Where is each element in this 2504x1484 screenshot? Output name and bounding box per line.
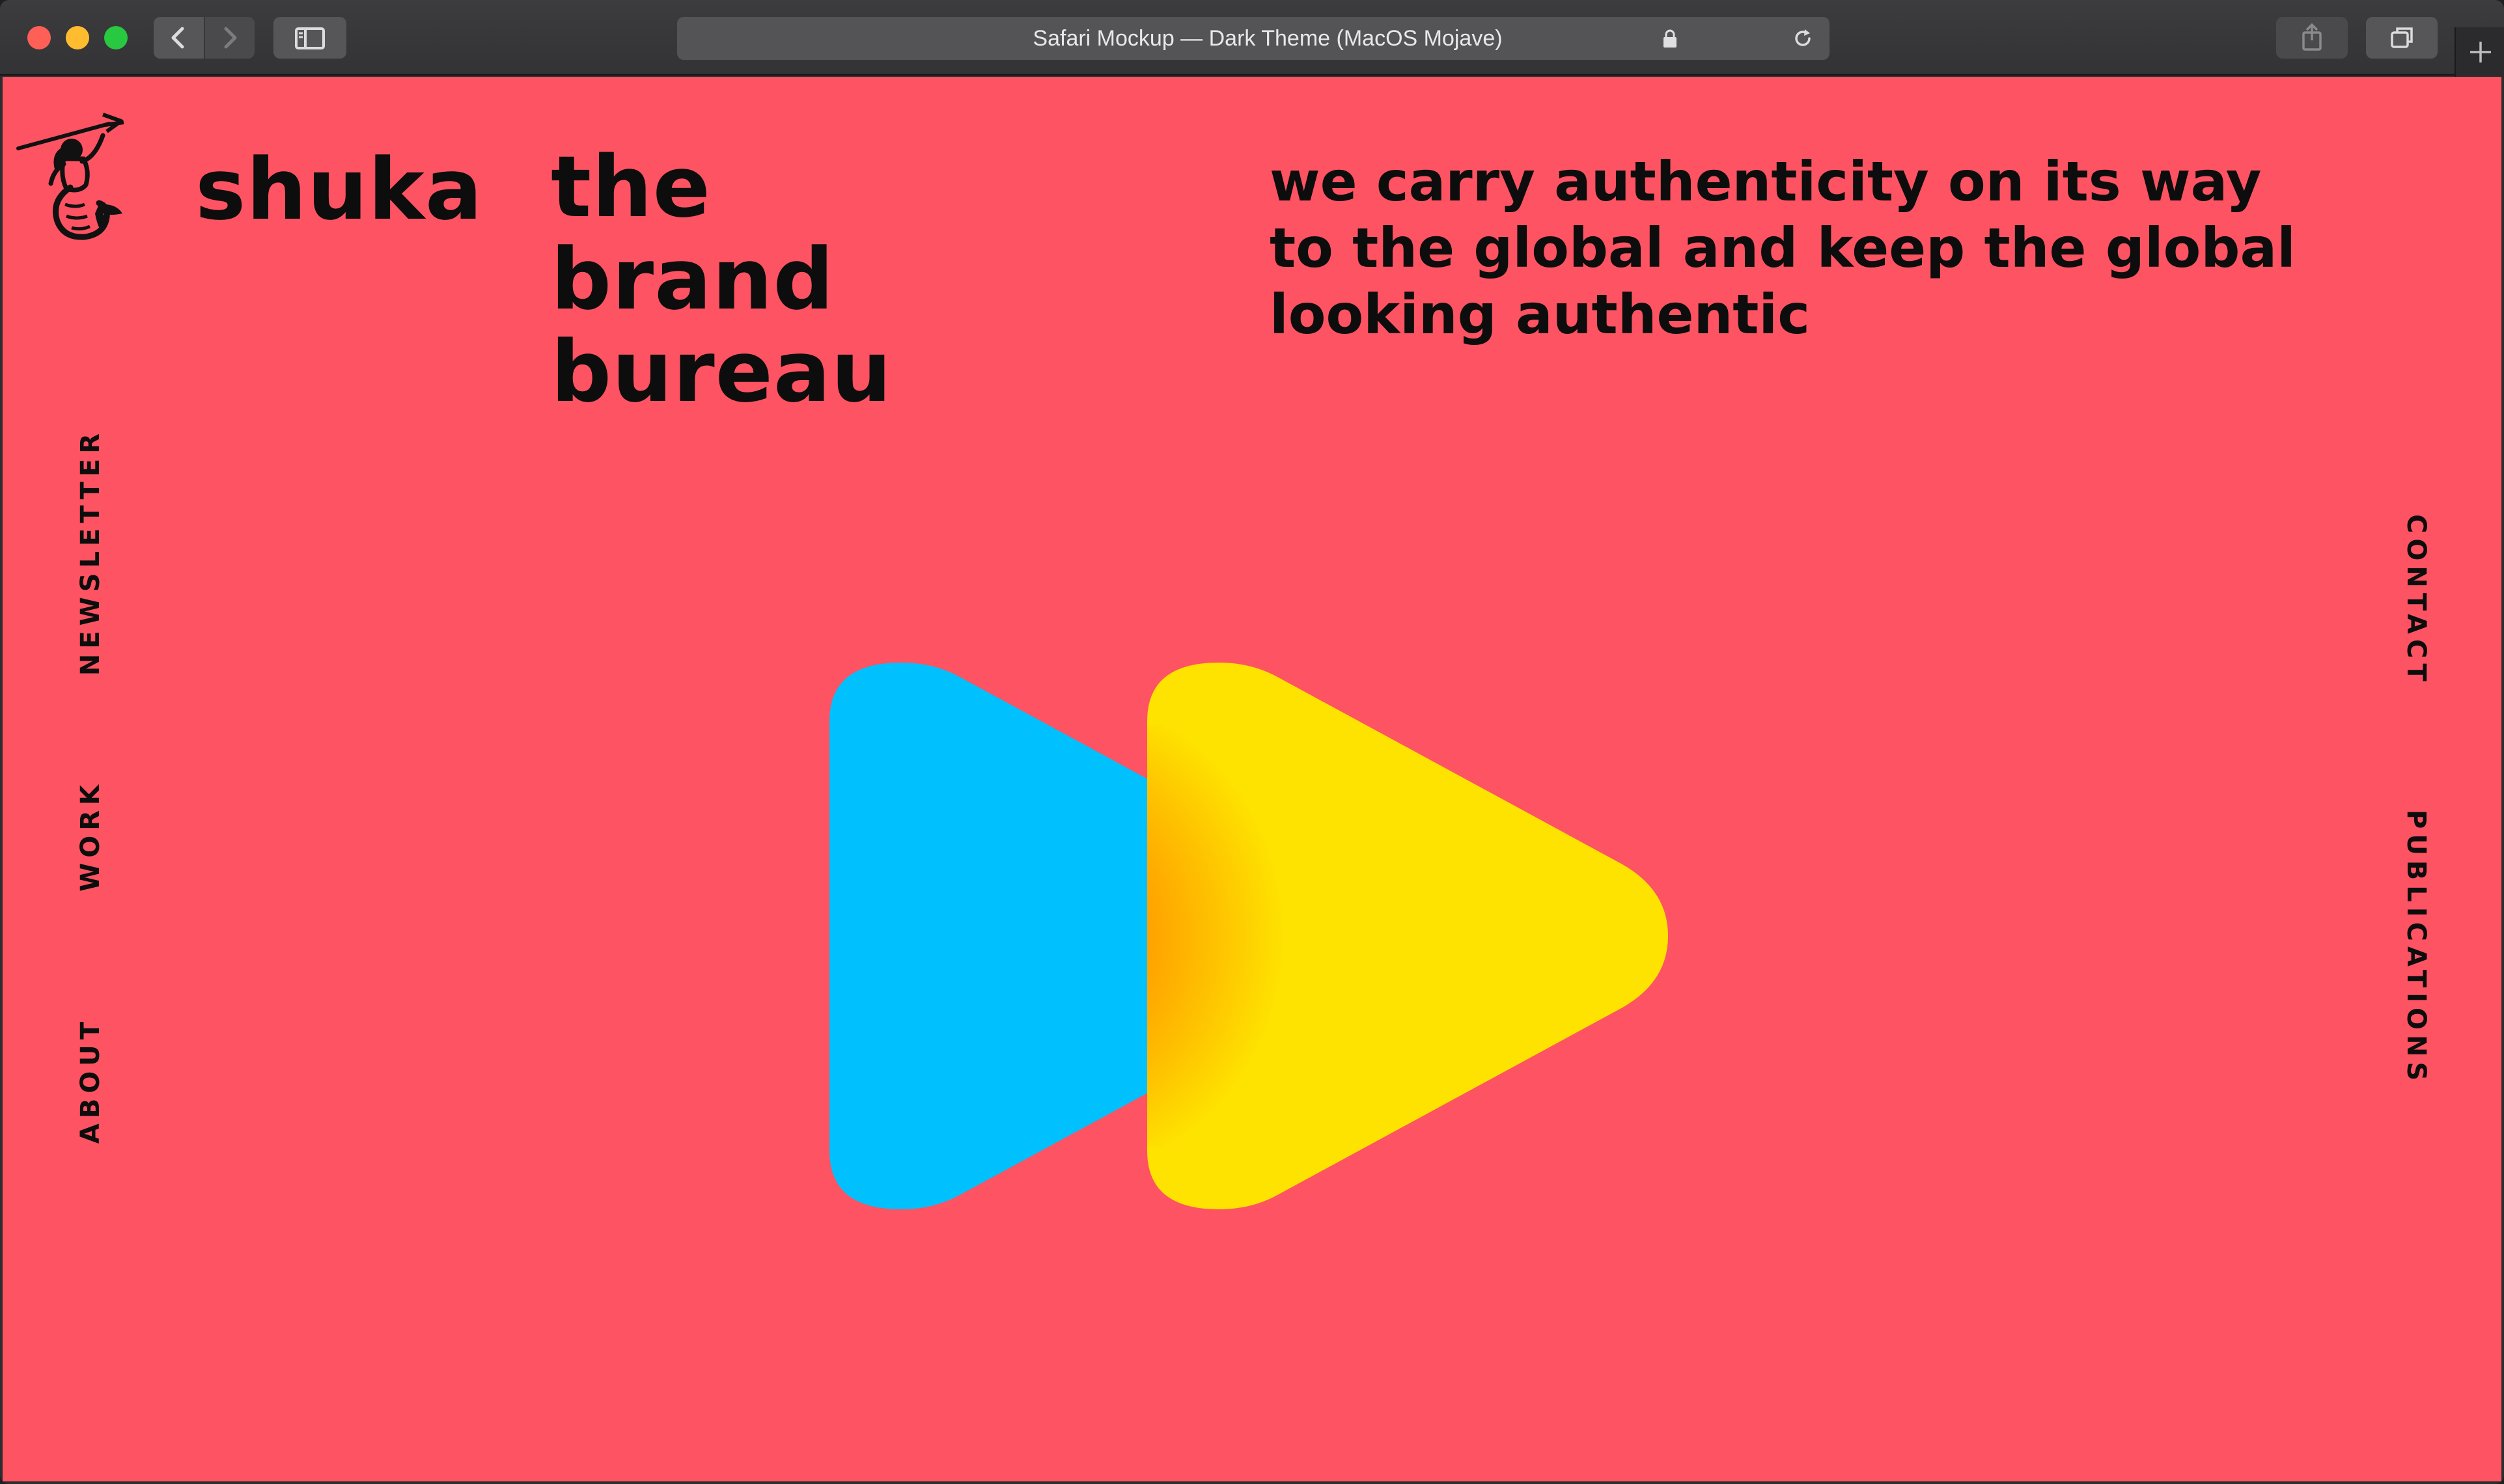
browser-window: Safari Mockup — Dark Theme (MacOS Mojave… (0, 0, 2504, 1484)
sidebar-icon (295, 27, 325, 49)
plus-icon (2470, 42, 2491, 62)
mermaid-icon[interactable] (12, 109, 129, 253)
forward-chevron-icon (224, 27, 237, 49)
web-page: shuka the brand bureau we carry authenti… (3, 77, 2501, 1481)
forward-button[interactable] (205, 17, 255, 59)
back-chevron-icon (171, 27, 184, 49)
share-icon (2302, 23, 2322, 51)
tagline: we carry authenticity on its way to the … (1270, 150, 2296, 346)
brand-title: the brand bureau (551, 137, 893, 421)
nav-work[interactable]: WORK (76, 780, 105, 892)
nav-contact[interactable]: CONTACT (2401, 514, 2431, 687)
browser-toolbar: Safari Mockup — Dark Theme (MacOS Mojave… (0, 0, 2504, 76)
minimize-window-button[interactable] (66, 26, 89, 49)
nav-about[interactable]: ABOUT (76, 1017, 105, 1144)
back-button[interactable] (154, 17, 204, 59)
nav-publications[interactable]: PUBLICATIONS (2401, 810, 2431, 1086)
share-button[interactable] (2276, 17, 2348, 59)
address-text: Safari Mockup — Dark Theme (MacOS Mojave… (1033, 26, 1503, 51)
reload-icon[interactable] (1790, 26, 1815, 51)
sidebar-toggle-button[interactable] (273, 17, 346, 59)
address-bar[interactable]: Safari Mockup — Dark Theme (MacOS Mojave… (677, 17, 1829, 60)
brand-name[interactable]: shuka (195, 141, 483, 238)
tabs-icon (2391, 27, 2413, 48)
close-window-button[interactable] (27, 26, 51, 49)
nav-newsletter[interactable]: NEWSLETTER (76, 428, 105, 676)
double-play-icon (829, 663, 1668, 1209)
new-tab-button[interactable] (2455, 27, 2504, 77)
zoom-window-button[interactable] (104, 26, 128, 49)
tabs-overview-button[interactable] (2366, 17, 2438, 59)
